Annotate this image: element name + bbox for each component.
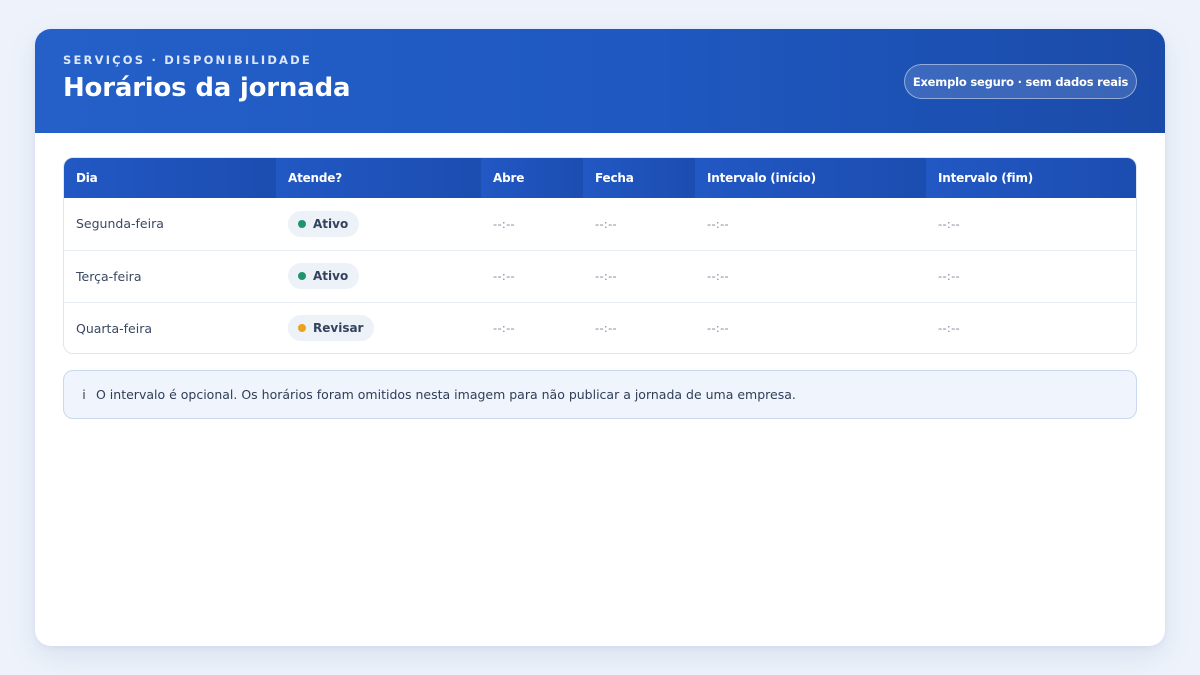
status-cell: Ativo [276,249,481,302]
break-end-time-cell[interactable]: --:-- [926,249,1136,302]
table-row: Terça-feira Ativo --:-- --:-- --:-- --:-… [64,249,1136,302]
schedule-table: Dia Atende? Abre Fecha Intervalo (início… [64,158,1136,353]
break-start-time-cell[interactable]: --:-- [695,301,926,353]
break-start-time-cell[interactable]: --:-- [695,198,926,250]
page-title: Horários da jornada [63,73,351,103]
column-header-attends: Atende? [276,158,481,198]
safe-example-badge: Exemplo seguro · sem dados reais [904,64,1137,99]
schedule-card: SERVIÇOS · DISPONIBILIDADE Horários da j… [35,29,1165,646]
table-header-row: Dia Atende? Abre Fecha Intervalo (início… [64,158,1136,198]
status-label: Ativo [313,269,349,283]
opens-time-cell[interactable]: --:-- [481,198,583,250]
opens-time-cell[interactable]: --:-- [481,301,583,353]
opens-time-cell[interactable]: --:-- [481,249,583,302]
status-label: Revisar [313,321,364,336]
status-cell: Revisar [276,301,481,353]
status-label: Ativo [313,216,349,231]
column-header-closes: Fecha [583,158,695,198]
info-note: i O intervalo é opcional. Os horários fo… [63,370,1137,419]
status-dot-icon [298,272,306,280]
table-row: Segunda-feira Ativo --:-- --:-- --:-- --… [64,198,1136,250]
table-row: Quarta-feira Revisar --:-- --:-- --:-- -… [64,301,1136,353]
status-dot-icon [298,324,306,333]
status-toggle-badge[interactable]: Ativo [288,210,360,237]
column-header-break-start: Intervalo (início) [695,158,926,198]
day-cell: Segunda-feira [76,216,164,232]
closes-time-cell[interactable]: --:-- [583,249,695,302]
info-note-text: O intervalo é opcional. Os horários fora… [96,387,796,402]
status-toggle-badge[interactable]: Revisar [288,315,375,342]
status-toggle-badge[interactable]: Ativo [288,263,360,289]
status-cell: Ativo [276,198,481,250]
day-cell: Terça-feira [64,249,276,302]
closes-time-cell[interactable]: --:-- [583,301,695,353]
break-end-time-cell[interactable]: --:-- [926,301,1136,353]
section-eyebrow: SERVIÇOS · DISPONIBILIDADE [63,53,312,67]
break-start-time-cell[interactable]: --:-- [695,249,926,302]
card-header: SERVIÇOS · DISPONIBILIDADE Horários da j… [35,29,1165,133]
break-end-time-cell[interactable]: --:-- [926,198,1136,250]
status-dot-icon [298,219,306,228]
column-header-day: Dia [64,158,276,198]
day-cell: Quarta-feira [64,301,276,353]
closes-time-cell[interactable]: --:-- [583,198,695,250]
schedule-table-container: Dia Atende? Abre Fecha Intervalo (início… [63,157,1137,354]
info-icon: i [82,387,86,402]
column-header-break-end: Intervalo (fim) [926,158,1136,198]
column-header-opens: Abre [481,158,583,198]
